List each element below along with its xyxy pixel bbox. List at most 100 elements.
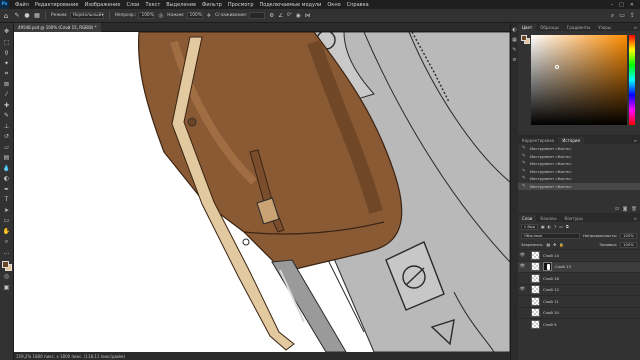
properties-panel-icon[interactable]: ≡ xyxy=(512,57,516,63)
share-icon[interactable]: ⇪ xyxy=(630,12,635,20)
color-panel-icon[interactable]: ◐ xyxy=(512,27,516,33)
menu-image[interactable]: Изображение xyxy=(81,2,123,8)
swatches-panel-icon[interactable]: ▦ xyxy=(512,37,517,43)
layer-filter-dropdown[interactable]: ⌕ Вид xyxy=(521,223,539,230)
mode-dropdown[interactable]: Нормальный ▾ xyxy=(69,12,104,19)
brush-tool-icon[interactable]: ✎ xyxy=(2,111,12,122)
color-picker-marker[interactable] xyxy=(555,65,559,69)
tab-swatches[interactable]: Образцы xyxy=(536,24,563,31)
search-icon[interactable]: ⌕ xyxy=(611,12,614,20)
brush-tool-icon[interactable]: ✎ xyxy=(12,12,22,19)
menu-select[interactable]: Выделение xyxy=(163,2,199,8)
tab-color[interactable]: Цвет xyxy=(518,24,537,31)
tab-gradients[interactable]: Градиенты xyxy=(563,24,594,31)
eye-icon[interactable]: 👁 xyxy=(518,287,527,292)
layer-row[interactable]: Слой 11 xyxy=(518,295,640,307)
foreground-color-swatch[interactable] xyxy=(521,35,527,41)
menu-window[interactable]: Окно xyxy=(324,2,343,8)
airbrush-icon[interactable]: ✈ xyxy=(207,13,212,19)
menu-plugins[interactable]: Подключаемые модули xyxy=(257,2,325,8)
stamp-tool-icon[interactable]: ⊥ xyxy=(2,122,12,133)
document-canvas[interactable] xyxy=(14,32,510,352)
flow-field[interactable]: 100% xyxy=(186,12,203,19)
hand-tool-icon[interactable]: ✋ xyxy=(2,227,12,238)
filter-shape-icon[interactable]: ▭ xyxy=(559,224,563,229)
tab-history[interactable]: История xyxy=(558,137,584,144)
symmetry-icon[interactable]: ⋈ xyxy=(305,13,311,19)
layer-row-selected[interactable]: 👁 Слой 13 xyxy=(518,260,640,272)
brush-settings-icon[interactable]: ▦ xyxy=(32,12,42,19)
magic-wand-tool-icon[interactable]: ✦ xyxy=(2,59,12,70)
color-panel-swatches[interactable] xyxy=(521,35,531,45)
minimize-button[interactable]: – xyxy=(611,2,614,8)
lasso-tool-icon[interactable]: ϙ xyxy=(2,48,12,59)
foreground-color-swatch[interactable] xyxy=(1,261,9,268)
brush-preset-icon[interactable]: ● xyxy=(22,12,32,19)
tab-layers[interactable]: Слои xyxy=(518,215,537,222)
move-tool-icon[interactable]: ✥ xyxy=(2,27,12,38)
panel-menu-icon[interactable]: ≡ xyxy=(634,24,640,31)
layer-mask-thumbnail[interactable] xyxy=(543,262,552,272)
lock-move-icon[interactable]: ✥ xyxy=(553,242,556,247)
camera-icon[interactable]: ◙ xyxy=(623,207,627,212)
frame-tool-icon[interactable]: ⊠ xyxy=(2,80,12,91)
eye-icon[interactable]: 👁 xyxy=(518,253,527,258)
opacity-field[interactable]: 100% xyxy=(138,12,155,19)
menu-text[interactable]: Текст xyxy=(142,2,163,8)
pressure-size-icon[interactable]: ◉ xyxy=(296,13,301,19)
screen-mode-icon[interactable]: ▣ xyxy=(2,283,12,294)
history-item[interactable]: ✎ Инструмент «Кисть» xyxy=(518,145,640,153)
layer-opacity-field[interactable]: 100% xyxy=(620,232,637,239)
maximize-button[interactable]: □ xyxy=(619,2,624,8)
layer-row[interactable]: Слой 10 xyxy=(518,306,640,319)
history-item-current[interactable]: ✎ Инструмент «Кисть» xyxy=(518,182,640,190)
menu-help[interactable]: Справка xyxy=(344,2,372,8)
color-swatches[interactable] xyxy=(1,260,13,272)
layer-row[interactable]: 👁 Слой 12 xyxy=(518,283,640,296)
zoom-tool-icon[interactable]: ⌕ xyxy=(2,237,12,248)
filter-type-icon[interactable]: T xyxy=(554,224,556,229)
gradient-tool-icon[interactable]: ▤ xyxy=(2,153,12,164)
menu-file[interactable]: Файл xyxy=(12,2,32,8)
layer-row[interactable]: Слой 16 xyxy=(518,272,640,284)
workspace-icon[interactable]: ▭ xyxy=(619,12,625,20)
dodge-tool-icon[interactable]: ◐ xyxy=(2,174,12,185)
eye-icon[interactable]: 👁 xyxy=(518,264,527,269)
crop-tool-icon[interactable]: ⌗ xyxy=(2,69,12,80)
fill-field[interactable]: 100% xyxy=(620,241,637,248)
new-snapshot-icon[interactable]: ⊡ xyxy=(615,207,619,212)
history-item[interactable]: ✎ Инструмент «Кисть» xyxy=(518,175,640,183)
document-tab[interactable]: 49548.psd @ 100% (Слой 15, RGB/8) * xyxy=(14,23,101,32)
brush-panel-icon[interactable]: ✎ xyxy=(512,47,516,53)
lock-all-icon[interactable]: 🔒 xyxy=(559,242,564,247)
smoothing-settings-icon[interactable]: ⚙ xyxy=(269,13,274,19)
history-item[interactable]: ✎ Инструмент «Кисть» xyxy=(518,160,640,168)
history-brush-tool-icon[interactable]: ↺ xyxy=(2,132,12,143)
angle-value[interactable]: 0° xyxy=(287,13,292,18)
blur-tool-icon[interactable]: 💧 xyxy=(2,164,12,175)
tab-adjustments[interactable]: Корректировка xyxy=(518,137,558,144)
eyedropper-tool-icon[interactable]: ⁄ xyxy=(2,90,12,101)
home-icon[interactable]: ⌂ xyxy=(0,12,12,20)
layer-row[interactable]: 👁 Слой 14 xyxy=(518,249,640,261)
shape-tool-icon[interactable]: ▭ xyxy=(2,216,12,227)
pen-tool-icon[interactable]: ✒ xyxy=(2,185,12,196)
hue-slider[interactable] xyxy=(629,35,635,125)
trash-icon[interactable]: 🗑 xyxy=(631,207,637,212)
healing-tool-icon[interactable]: ✚ xyxy=(2,101,12,112)
menu-edit[interactable]: Редактирование xyxy=(32,2,82,8)
filter-pixel-icon[interactable]: ▣ xyxy=(541,224,545,229)
menu-view[interactable]: Просмотр xyxy=(225,2,257,8)
filter-adjust-icon[interactable]: ◐ xyxy=(548,224,551,229)
lock-pixels-icon[interactable]: ▦ xyxy=(546,242,550,247)
tab-paths[interactable]: Контуры xyxy=(560,215,586,222)
more-tools-icon[interactable]: … xyxy=(2,248,12,259)
panel-menu-icon[interactable]: ≡ xyxy=(634,137,640,144)
menu-filter[interactable]: Фильтр xyxy=(199,2,225,8)
path-select-tool-icon[interactable]: ➤ xyxy=(2,206,12,217)
smoothing-field[interactable] xyxy=(249,12,266,19)
marquee-tool-icon[interactable]: ⬚ xyxy=(2,38,12,49)
tab-patterns[interactable]: Узоры xyxy=(594,24,615,31)
history-item[interactable]: ✎ Инструмент «Кисть» xyxy=(518,153,640,161)
blend-mode-dropdown[interactable]: Обычные xyxy=(521,232,581,239)
